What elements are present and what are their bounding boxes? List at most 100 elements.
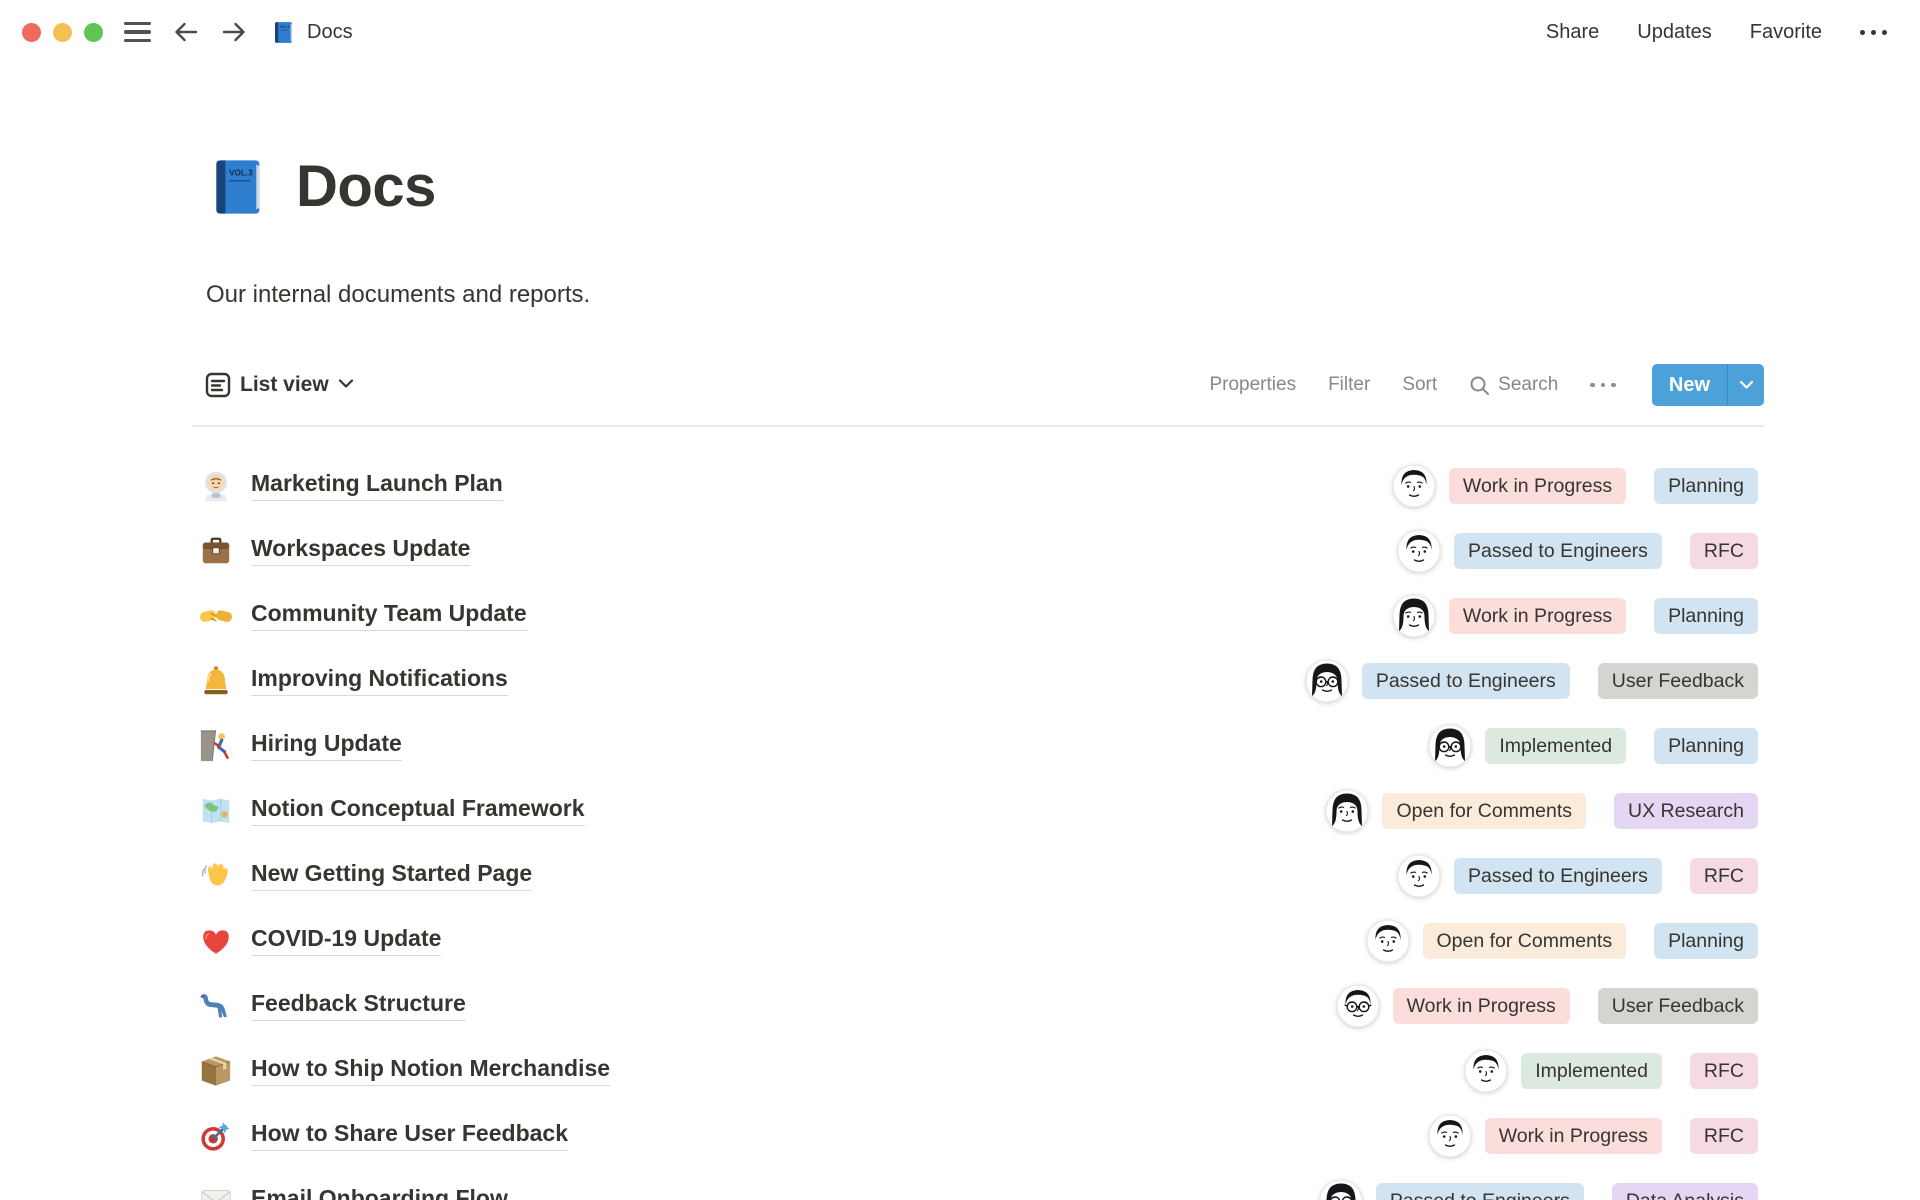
- close-window-button[interactable]: [22, 22, 41, 42]
- sidebar-menu-icon[interactable]: [124, 21, 151, 43]
- status-badge: Work in Progress: [1484, 1117, 1662, 1154]
- sort-button[interactable]: Sort: [1402, 374, 1437, 396]
- handshake-emoji-icon: [199, 599, 233, 633]
- avatar-man: [1366, 919, 1410, 963]
- astronaut-emoji-icon: [199, 469, 233, 503]
- avatar-man-glasses: [1336, 984, 1380, 1028]
- search-label: Search: [1498, 374, 1559, 395]
- red-heart-emoji-icon: [199, 924, 233, 958]
- toolbar-more-icon[interactable]: [1590, 382, 1616, 388]
- avatar-man: [1397, 854, 1441, 898]
- avatar-man: [1397, 529, 1441, 573]
- page-icon-large[interactable]: VOL.3: [206, 155, 270, 219]
- package-emoji-icon: [199, 1054, 233, 1088]
- page-content: VOL.3 Docs Our internal documents and re…: [192, 0, 1764, 1200]
- row-title-link[interactable]: How to Share User Feedback: [251, 1120, 568, 1151]
- row-title-link[interactable]: Hiring Update: [251, 730, 402, 761]
- avatar-man: [1428, 1114, 1472, 1158]
- avatar-woman-glasses: [1319, 1179, 1363, 1200]
- category-badge: User Feedback: [1597, 987, 1758, 1024]
- category-badge: Planning: [1654, 597, 1758, 634]
- view-switcher[interactable]: List view: [205, 372, 354, 398]
- row-title-link[interactable]: How to Ship Notion Merchandise: [251, 1055, 611, 1086]
- row-title-link[interactable]: New Getting Started Page: [251, 860, 533, 891]
- list-item[interactable]: Email Onboarding Flow Passed to Engineer…: [192, 1168, 1764, 1200]
- status-badge: Implemented: [1485, 727, 1627, 764]
- more-options-icon[interactable]: [1860, 29, 1887, 35]
- avatar-man: [1392, 464, 1436, 508]
- list-item[interactable]: How to Share User Feedback Work in Progr…: [192, 1103, 1764, 1168]
- list-item[interactable]: New Getting Started Page Passed to Engin…: [192, 843, 1764, 908]
- svg-text:VOL.3: VOL.3: [229, 168, 253, 177]
- new-button-label: New: [1668, 374, 1710, 396]
- list-item[interactable]: Notion Conceptual Framework Open for Com…: [192, 778, 1764, 843]
- category-badge: Planning: [1654, 467, 1758, 504]
- search-icon: [1470, 376, 1490, 395]
- category-badge: User Feedback: [1597, 662, 1758, 699]
- status-badge: Open for Comments: [1382, 792, 1587, 829]
- new-button[interactable]: New: [1651, 364, 1764, 406]
- status-badge: Passed to Engineers: [1453, 532, 1662, 569]
- view-label: List view: [240, 373, 329, 396]
- row-title-link[interactable]: Notion Conceptual Framework: [251, 795, 585, 826]
- category-badge: RFC: [1689, 532, 1758, 569]
- row-title-link[interactable]: Workspaces Update: [251, 535, 471, 566]
- list-item[interactable]: Improving Notifications Passed to Engine…: [192, 648, 1764, 713]
- search-button[interactable]: Search: [1469, 374, 1558, 396]
- sauropod-emoji-icon: [199, 989, 233, 1023]
- avatar-woman-glasses: [1428, 724, 1472, 768]
- status-badge: Passed to Engineers: [1453, 857, 1662, 894]
- avatar-woman: [1325, 789, 1369, 833]
- category-badge: Planning: [1654, 727, 1758, 764]
- properties-button[interactable]: Properties: [1209, 374, 1296, 396]
- zoom-window-button[interactable]: [84, 22, 103, 42]
- category-badge: RFC: [1689, 1117, 1758, 1154]
- avatar-man: [1464, 1049, 1508, 1093]
- list-item[interactable]: COVID-19 Update Open for Comments Planni…: [192, 908, 1764, 973]
- person-climbing-emoji-icon: [199, 729, 233, 763]
- page-description[interactable]: Our internal documents and reports.: [206, 281, 590, 309]
- page-title[interactable]: Docs: [296, 153, 436, 220]
- list-item[interactable]: How to Ship Notion Merchandise Implement…: [192, 1038, 1764, 1103]
- notion-window: VOL.3 Docs Share Updates Favorite VOL.3 …: [0, 0, 1920, 1200]
- row-title-link[interactable]: Feedback Structure: [251, 990, 466, 1021]
- row-title-link[interactable]: COVID-19 Update: [251, 925, 442, 956]
- dart-target-emoji-icon: [199, 1119, 233, 1153]
- minimize-window-button[interactable]: [53, 22, 72, 42]
- category-badge: UX Research: [1614, 792, 1758, 829]
- database-toolbar: List view Properties Filter Sort Search: [192, 362, 1764, 408]
- list-item[interactable]: Hiring Update Implemented Planning: [192, 713, 1764, 778]
- world-map-emoji-icon: [199, 794, 233, 828]
- avatar-woman: [1392, 594, 1436, 638]
- avatar-woman-glasses: [1305, 659, 1349, 703]
- filter-button[interactable]: Filter: [1328, 374, 1370, 396]
- waving-hand-emoji-icon: [199, 859, 233, 893]
- list-view-icon: [205, 372, 231, 398]
- new-dropdown-chevron-icon[interactable]: [1727, 364, 1764, 406]
- status-badge: Implemented: [1521, 1052, 1662, 1089]
- category-badge: Data Analysis: [1611, 1182, 1758, 1200]
- row-title-link[interactable]: Email Onboarding Flow: [251, 1185, 508, 1200]
- love-letter-emoji-icon: [199, 1184, 233, 1200]
- row-title-link[interactable]: Marketing Launch Plan: [251, 470, 503, 501]
- category-badge: Planning: [1654, 922, 1758, 959]
- row-title-link[interactable]: Community Team Update: [251, 600, 527, 631]
- status-badge: Work in Progress: [1392, 987, 1570, 1024]
- status-badge: Work in Progress: [1448, 467, 1627, 504]
- status-badge: Passed to Engineers: [1375, 1182, 1584, 1200]
- list-item[interactable]: Marketing Launch Plan Work in Progress P…: [192, 453, 1764, 518]
- briefcase-emoji-icon: [199, 534, 233, 568]
- status-badge: Work in Progress: [1448, 597, 1627, 634]
- window-controls: [22, 22, 103, 42]
- list-item[interactable]: Community Team Update Work in Progress P…: [192, 583, 1764, 648]
- list-item[interactable]: Workspaces Update Passed to Engineers RF…: [192, 518, 1764, 583]
- document-list: Marketing Launch Plan Work in Progress P…: [192, 427, 1764, 1200]
- row-title-link[interactable]: Improving Notifications: [251, 665, 508, 696]
- status-badge: Open for Comments: [1422, 922, 1627, 959]
- category-badge: RFC: [1689, 857, 1758, 894]
- category-badge: RFC: [1689, 1052, 1758, 1089]
- bellhop-bell-emoji-icon: [199, 664, 233, 698]
- status-badge: Passed to Engineers: [1361, 662, 1570, 699]
- list-item[interactable]: Feedback Structure Work in Progress User…: [192, 973, 1764, 1038]
- chevron-down-icon: [338, 376, 354, 394]
